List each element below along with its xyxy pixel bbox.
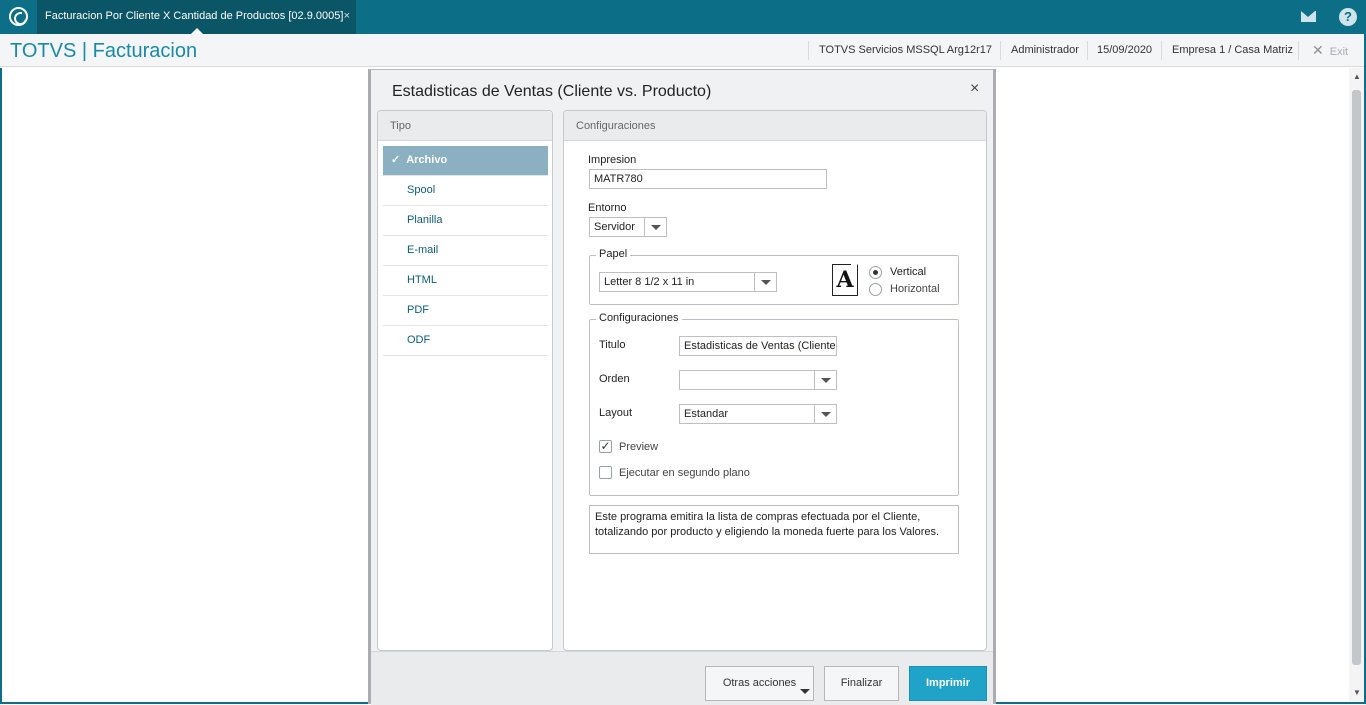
tab-close-icon[interactable]: × [344,0,350,32]
mail-icon[interactable] [1300,8,1318,26]
tab-title: Facturacion Por Cliente X Cantidad de Pr… [45,10,344,22]
vertical-label: Vertical [890,266,927,278]
divider [1161,41,1162,60]
close-icon: ✕ [1312,42,1324,58]
finalizar-button[interactable]: Finalizar [824,666,899,701]
chevron-down-icon[interactable] [754,273,776,291]
configuraciones-header: Configuraciones [564,111,986,141]
papel-select[interactable]: Letter 8 1/2 x 11 in [599,272,777,292]
tipo-item-odf[interactable]: ODF [383,326,548,356]
entorno-select[interactable]: Servidor [589,217,667,237]
vertical-radio[interactable] [869,266,882,279]
layout-value: Estandar [684,408,729,420]
papel-value: Letter 8 1/2 x 11 in [604,276,695,288]
server-info: TOTVS Servicios MSSQL Arg12r17 [819,44,993,56]
tipo-item-spool[interactable]: Spool [383,176,548,206]
caret-down-icon [800,689,810,694]
totvs-logo-icon[interactable] [9,7,28,26]
divider [1000,41,1001,60]
segundo-plano-label: Ejecutar en segundo plano [619,467,750,479]
date-info: 15/09/2020 [1097,44,1153,56]
exit-button[interactable]: ✕ Exit [1312,42,1348,59]
orden-select[interactable] [679,370,837,390]
scroll-down-icon[interactable]: ▼ [1353,688,1361,697]
segundo-plano-checkbox[interactable] [599,466,612,479]
app-title: TOTVS | Facturacion [10,40,198,62]
orden-label: Orden [599,373,630,385]
entorno-value: Servidor [594,221,635,233]
configuraciones-group-label: Configuraciones [596,312,682,324]
impresion-label: Impresion [588,154,637,166]
divider [1298,41,1299,60]
chevron-down-icon[interactable] [644,218,666,236]
titulo-input[interactable]: Estadisticas de Ventas (Cliente [679,336,837,356]
dialog-close-icon[interactable]: × [970,80,979,98]
layout-label: Layout [599,407,633,419]
scroll-thumb[interactable] [1352,90,1361,665]
tipo-panel: Tipo ✓ Archivo Spool Planilla E-mail HTML… [377,110,553,651]
chevron-down-icon[interactable] [814,371,836,389]
company-info[interactable]: Empresa 1 / Casa Matriz [1172,44,1293,56]
entorno-label: Entorno [588,202,627,214]
chevron-down-icon[interactable] [814,405,836,423]
paper-orientation-icon: A [832,264,858,296]
preview-label: Preview [619,441,659,453]
tipo-item-planilla[interactable]: Planilla [383,206,548,236]
help-icon[interactable]: ? [1339,8,1357,26]
description-box: Este programa emitira la lista de compra… [589,505,959,554]
tipo-item-archivo[interactable]: ✓ Archivo [383,146,548,176]
window-edge [0,68,2,704]
horizontal-radio[interactable] [869,283,882,296]
otras-acciones-label: Otras acciones [722,677,797,689]
app-header: TOTVS | Facturacion TOTVS Servicios MSSQ… [0,34,1366,67]
configuraciones-panel: Configuraciones Impresion MATR780 Entorn… [563,110,987,651]
dialog-footer: Otras acciones Finalizar Imprimir [371,651,993,705]
tipo-item-html[interactable]: HTML [383,266,548,296]
papel-group: Papel Letter 8 1/2 x 11 in A Vertical Ho… [589,248,959,305]
tipo-header: Tipo [378,111,552,141]
tipo-item-email[interactable]: E-mail [383,236,548,266]
titulo-label: Titulo [599,339,626,351]
tipo-item-pdf[interactable]: PDF [383,296,548,326]
exit-label: Exit [1329,46,1349,58]
imprimir-button[interactable]: Imprimir [909,666,987,701]
scroll-up-icon[interactable]: ▲ [1353,72,1361,81]
user-info: Administrador [1011,44,1079,56]
check-icon: ✓ [391,154,401,166]
divider [808,41,809,60]
papel-label: Papel [596,248,631,260]
configuraciones-group: Configuraciones Titulo Estadisticas de V… [589,312,959,496]
horizontal-label: Horizontal [890,283,940,295]
dialog-title: Estadisticas de Ventas (Cliente vs. Prod… [392,83,712,100]
layout-select[interactable]: Estandar [679,404,837,424]
divider [1087,41,1088,60]
top-bar: Facturacion Por Cliente X Cantidad de Pr… [0,0,1366,34]
tipo-item-label: Archivo [406,154,448,166]
impresion-input[interactable]: MATR780 [589,169,827,189]
print-dialog: Estadisticas de Ventas (Cliente vs. Prod… [368,69,996,705]
preview-checkbox[interactable]: ✓ [599,440,612,453]
tipo-list: ✓ Archivo Spool Planilla E-mail HTML PDF … [383,146,548,356]
otras-acciones-button[interactable]: Otras acciones [705,666,814,701]
